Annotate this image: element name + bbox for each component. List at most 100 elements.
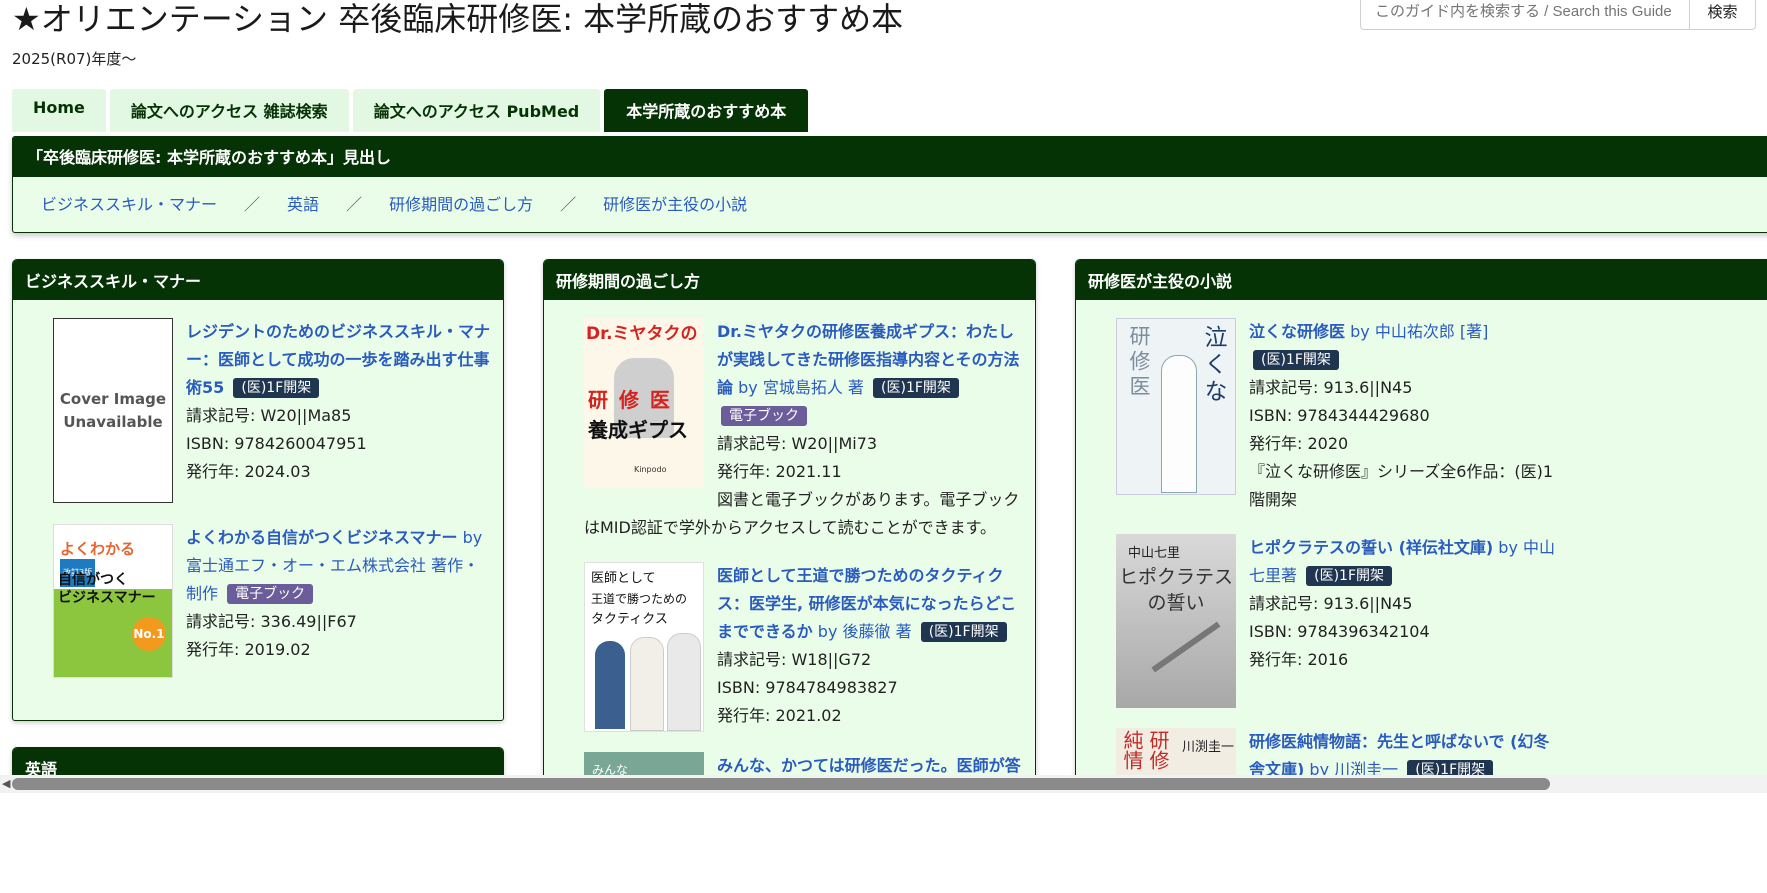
shelf-badge: (医)1F開架 <box>1306 566 1392 586</box>
cover-text: Dr.ミヤタクの <box>586 324 698 344</box>
cover-unavailable-text: Cover Image <box>59 389 167 408</box>
cover-text: 研修医 <box>1127 325 1151 400</box>
by-label: by <box>1498 538 1518 557</box>
publish-year: 発行年: 2021.02 <box>717 706 842 725</box>
publish-year: 発行年: 2016 <box>1249 650 1349 669</box>
separator: ／ <box>346 195 363 214</box>
cover-text: 自信がつく <box>58 572 128 588</box>
cover-text: 純情 <box>1120 730 1144 770</box>
book-cover-image[interactable]: 研修医 泣くな <box>1116 318 1236 495</box>
isbn: ISBN: 9784344429680 <box>1249 406 1430 425</box>
section-outline: 「卒後臨床研修医: 本学所蔵のおすすめ本」見出し ビジネススキル・マナー ／ 英… <box>12 136 1767 233</box>
cover-text: タクティクス <box>591 612 668 627</box>
cover-text: No.1 <box>132 617 166 651</box>
cover-unavailable-text: Unavailable <box>63 412 163 431</box>
book-title-link[interactable]: ヒポクラテスの誓い (祥伝社文庫) <box>1249 538 1493 557</box>
publish-year: 発行年: 2024.03 <box>186 462 311 481</box>
outline-links: ビジネススキル・マナー ／ 英語 ／ 研修期間の過ごし方 ／ 研修医が主役の小説 <box>13 177 1767 229</box>
horizontal-scrollbar[interactable]: ◀ <box>0 775 1767 793</box>
cover-text: 研 修 医 <box>588 388 672 412</box>
tab-recommended-books[interactable]: 本学所蔵のおすすめ本 <box>604 89 809 132</box>
book-item: Dr.ミヤタクの 研 修 医 養成ギプス Kinpodo Dr.ミヤタクの研修医… <box>584 318 1023 562</box>
by-label: by <box>1350 322 1370 341</box>
book-item: よくわかる 改訂3版 自信がつく ビジネスマナー No.1 よくわかる自信がつく… <box>53 524 493 684</box>
page-bottom-blank <box>0 793 1767 893</box>
page-title: ★オリエンテーション 卒後臨床研修医: 本学所蔵のおすすめ本 <box>12 0 904 38</box>
publish-year: 発行年: 2021.11 <box>717 462 842 481</box>
page-subtitle: 2025(R07)年度〜 <box>12 50 137 68</box>
cover-text: 医師として <box>591 571 656 586</box>
book-item: Cover Image Unavailable レジデントのためのビジネススキル・… <box>53 318 493 524</box>
box-heading: 研修医が主役の小説 <box>1076 260 1767 300</box>
cover-text: 王道で勝つための <box>591 592 688 606</box>
cover-text: ヒポクラテス <box>1118 566 1233 588</box>
by-label: by <box>817 622 838 641</box>
shelf-badge: (医)1F開架 <box>1253 350 1339 370</box>
book-note: 図書と電子ブックがあります。電子ブックはMID認証で学外からアクセスして読むこと… <box>584 490 1020 537</box>
tab-journal-search[interactable]: 論文へのアクセス 雑誌検索 <box>109 89 349 132</box>
isbn: ISBN: 9784396342104 <box>1249 622 1430 641</box>
book-cover-image[interactable]: よくわかる 改訂3版 自信がつく ビジネスマナー No.1 <box>53 524 173 678</box>
author-link[interactable]: 後藤徹 著 <box>843 622 912 641</box>
ebook-badge: 電子ブック <box>227 584 314 604</box>
book-item: 中山七里 ヒポクラテス の誓い ヒポクラテスの誓い (祥伝社文庫) by 中山七… <box>1116 534 1558 728</box>
book-note: 『泣くな研修医』シリーズ全6作品：(医)1階開架 <box>1249 462 1554 509</box>
cover-text: 研修 <box>1146 730 1170 770</box>
author-link[interactable]: 中山祐次郎 [著] <box>1375 322 1489 341</box>
isbn: ISBN: 9784784983827 <box>717 678 898 697</box>
by-label: by <box>462 528 483 547</box>
call-number: 請求記号: W20||Ma85 <box>186 406 352 425</box>
search-button[interactable]: 検索 <box>1690 0 1756 30</box>
cover-text: 川渕圭一 <box>1182 740 1235 755</box>
box-training-period: 研修期間の過ごし方 Dr.ミヤタクの 研 修 医 養成ギプス Kinpodo D… <box>543 259 1036 821</box>
book-cover-image[interactable]: 医師として 王道で勝つための タクティクス <box>584 562 704 732</box>
scrollbar-thumb[interactable] <box>12 778 1550 790</box>
author-link[interactable]: 宮城島拓人 著 <box>763 378 864 397</box>
cover-text: Kinpodo <box>634 465 667 474</box>
scroll-left-arrow-icon[interactable]: ◀ <box>2 777 10 790</box>
book-item: 医師として 王道で勝つための タクティクス 医師として王道で勝つためのタクティク… <box>584 562 1023 752</box>
outline-link-novels[interactable]: 研修医が主役の小説 <box>603 191 747 215</box>
box-novels: 研修医が主役の小説 研修医 泣くな 泣くな研修医 by 中山祐次郎 [著] (医… <box>1075 259 1767 821</box>
call-number: 請求記号: 336.49||F67 <box>186 612 357 631</box>
call-number: 請求記号: W18||G72 <box>717 650 872 669</box>
book-cover-image[interactable]: 中山七里 ヒポクラテス の誓い <box>1116 534 1236 708</box>
cover-text: の誓い <box>1147 592 1205 614</box>
book-title-link[interactable]: よくわかる自信がつくビジネスマナー <box>186 528 458 547</box>
tab-pubmed[interactable]: 論文へのアクセス PubMed <box>352 89 601 132</box>
shelf-badge: (医)1F開架 <box>920 622 1007 642</box>
call-number: 請求記号: 913.6||N45 <box>1249 378 1413 397</box>
book-cover-image[interactable]: Dr.ミヤタクの 研 修 医 養成ギプス Kinpodo <box>584 318 704 488</box>
book-title-link[interactable]: みんな、かつては研修医だった。医師が答 <box>717 756 1021 775</box>
outline-link-english[interactable]: 英語 <box>287 191 319 215</box>
book-title-link[interactable]: レジデントのためのビジネススキル・マナー：医師として成功の一歩を踏み出す仕事術5… <box>186 322 490 397</box>
box-heading: 研修期間の過ごし方 <box>544 260 1035 300</box>
call-number: 請求記号: W20||Mi73 <box>717 434 878 453</box>
book-title-link[interactable]: 研修医純情物語：先生と呼ばないで (幻冬舎文庫) <box>1249 732 1549 779</box>
outline-link-training[interactable]: 研修期間の過ごし方 <box>389 191 533 215</box>
shelf-badge: (医)1F開架 <box>873 378 959 398</box>
cover-text: ビジネスマナー <box>58 590 156 606</box>
call-number: 請求記号: 913.6||N45 <box>1249 594 1413 613</box>
guide-search: 検索 <box>1360 0 1756 30</box>
box-business-skills: ビジネススキル・マナー Cover Image Unavailable レジデント… <box>12 259 504 721</box>
by-label: by <box>738 378 758 397</box>
ebook-badge: 電子ブック <box>721 406 807 426</box>
guide-search-input[interactable] <box>1360 0 1690 30</box>
cover-text: 養成ギプス <box>588 418 688 442</box>
box-heading: ビジネススキル・マナー <box>13 260 503 300</box>
cover-text: 泣くな <box>1200 325 1226 406</box>
publish-year: 発行年: 2020 <box>1249 434 1349 453</box>
isbn: ISBN: 9784260047951 <box>186 434 367 453</box>
shelf-badge: (医)1F開架 <box>233 378 320 398</box>
outline-heading: 「卒後臨床研修医: 本学所蔵のおすすめ本」見出し <box>13 137 1767 177</box>
outline-link-business[interactable]: ビジネススキル・マナー <box>41 191 217 215</box>
separator: ／ <box>560 195 577 214</box>
cover-unavailable-image[interactable]: Cover Image Unavailable <box>53 318 173 503</box>
guide-tabs: Home 論文へのアクセス 雑誌検索 論文へのアクセス PubMed 本学所蔵の… <box>12 89 809 132</box>
tab-home[interactable]: Home <box>12 89 106 132</box>
separator: ／ <box>244 195 261 214</box>
book-item: 研修医 泣くな 泣くな研修医 by 中山祐次郎 [著] (医)1F開架 請求記号… <box>1116 318 1558 534</box>
publish-year: 発行年: 2019.02 <box>186 640 311 659</box>
book-title-link[interactable]: 泣くな研修医 <box>1249 322 1345 341</box>
